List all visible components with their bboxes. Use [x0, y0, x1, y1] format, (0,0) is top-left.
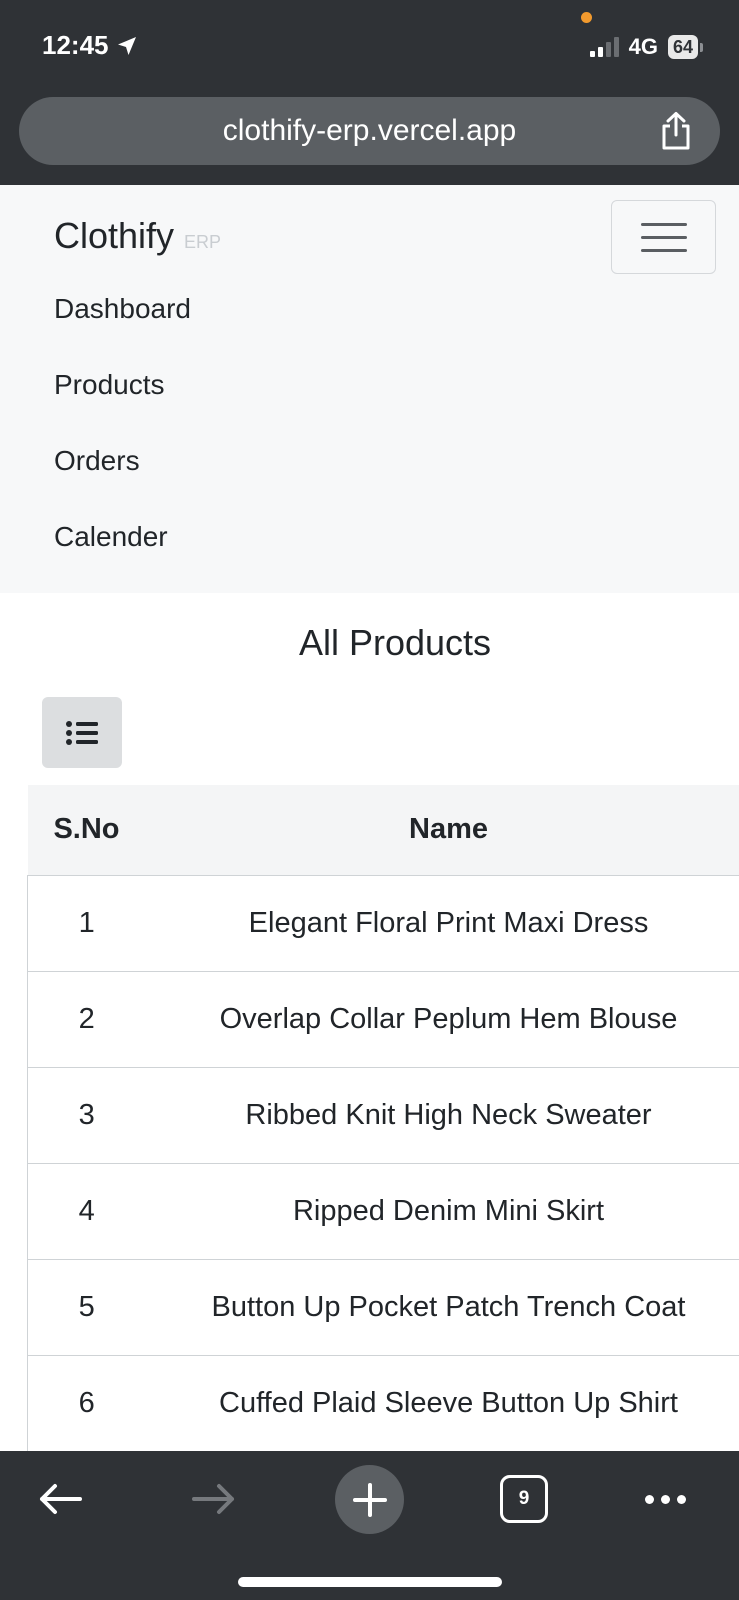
- products-table: S.No Name Ar 1 Elegant Floral Print Maxi…: [27, 785, 739, 1451]
- tabs-button[interactable]: 9: [500, 1475, 548, 1523]
- list-view-button[interactable]: [42, 697, 122, 768]
- cell-name: Ripped Denim Mini Skirt: [145, 1162, 739, 1259]
- cell-name: Overlap Collar Peplum Hem Blouse: [145, 970, 739, 1067]
- cell-name: Button Up Pocket Patch Trench Coat: [145, 1258, 739, 1355]
- nav-link-products[interactable]: Products: [54, 369, 191, 445]
- signal-strength-icon: [589, 37, 619, 57]
- battery-level: 64: [667, 35, 698, 59]
- brand-subtitle: ERP: [184, 232, 222, 252]
- table-row[interactable]: 6 Cuffed Plaid Sleeve Button Up Shirt ₹: [27, 1354, 739, 1451]
- cell-name: Elegant Floral Print Maxi Dress: [145, 874, 739, 971]
- recording-indicator-dot: [581, 12, 592, 23]
- cell-sno: 4: [27, 1162, 146, 1259]
- url-text[interactable]: clothify-erp.vercel.app: [223, 114, 516, 148]
- more-dots-icon[interactable]: [640, 1471, 690, 1527]
- status-time: 12:45: [42, 30, 139, 61]
- cell-name: Ribbed Knit High Neck Sweater: [145, 1066, 739, 1163]
- list-view-icon: [66, 720, 98, 745]
- cell-sno: 3: [27, 1066, 146, 1163]
- products-table-container[interactable]: S.No Name Ar 1 Elegant Floral Print Maxi…: [27, 785, 739, 1451]
- url-bar[interactable]: clothify-erp.vercel.app: [19, 97, 720, 165]
- table-header-row: S.No Name Ar: [27, 785, 739, 875]
- column-header-name: Name: [145, 785, 739, 875]
- cell-name: Cuffed Plaid Sleeve Button Up Shirt: [145, 1354, 739, 1451]
- forward-arrow-icon: [192, 1484, 234, 1514]
- back-arrow-icon: [40, 1484, 82, 1514]
- page-title: All Products: [298, 622, 492, 663]
- column-header-sno: S.No: [27, 785, 146, 875]
- nav-links: Dashboard Products Orders Calender: [54, 293, 191, 597]
- network-type: 4G: [628, 34, 658, 59]
- cell-sno: 1: [27, 874, 146, 971]
- status-right: 4G 64: [589, 34, 703, 60]
- brand-name[interactable]: Clothify: [54, 215, 174, 257]
- cell-sno: 5: [27, 1258, 146, 1355]
- forward-button[interactable]: [190, 1471, 238, 1527]
- site-navbar: Clothify ERP Dashboard Products Orders C…: [0, 185, 739, 593]
- table-row[interactable]: 1 Elegant Floral Print Maxi Dress ₹: [27, 874, 739, 971]
- share-icon[interactable]: [658, 111, 694, 151]
- plus-icon: [352, 1482, 387, 1517]
- hamburger-menu-icon[interactable]: [611, 200, 716, 274]
- new-tab-button[interactable]: [335, 1465, 404, 1534]
- nav-link-dashboard[interactable]: Dashboard: [54, 293, 191, 369]
- cell-sno: 2: [27, 970, 146, 1067]
- home-indicator: [238, 1577, 502, 1587]
- browser-bottom-toolbar: 9: [0, 1451, 739, 1600]
- brand[interactable]: Clothify ERP: [54, 215, 221, 257]
- table-row[interactable]: 5 Button Up Pocket Patch Trench Coat ₹: [27, 1258, 739, 1355]
- table-row[interactable]: 2 Overlap Collar Peplum Hem Blouse ₹: [27, 970, 739, 1067]
- status-time-text: 12:45: [42, 30, 109, 60]
- table-row[interactable]: 4 Ripped Denim Mini Skirt ₹: [27, 1162, 739, 1259]
- nav-link-calender[interactable]: Calender: [54, 521, 191, 597]
- browser-top-chrome: 12:45 4G 64 clothify-erp.vercel.app: [0, 0, 739, 185]
- nav-link-orders[interactable]: Orders: [54, 445, 191, 521]
- location-arrow-icon: [117, 36, 136, 55]
- table-row[interactable]: 3 Ribbed Knit High Neck Sweater ₹: [27, 1066, 739, 1163]
- cell-sno: 6: [27, 1354, 146, 1451]
- back-button[interactable]: [36, 1471, 84, 1527]
- battery-icon: 64: [667, 35, 703, 59]
